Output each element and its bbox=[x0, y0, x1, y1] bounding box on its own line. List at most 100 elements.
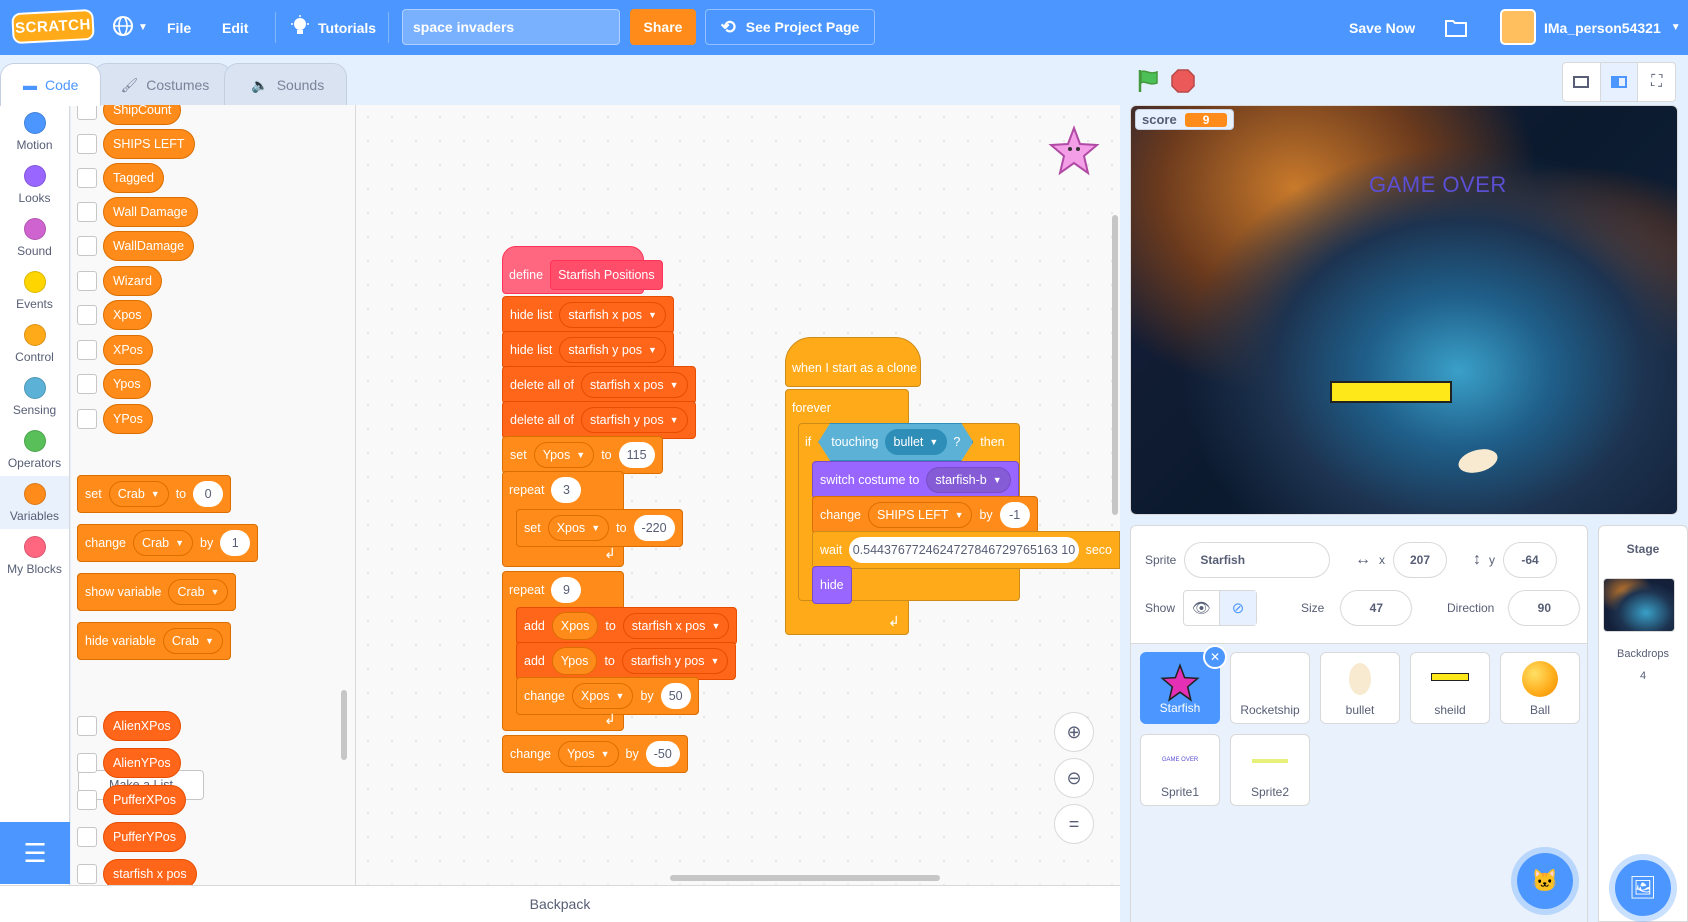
category-motion[interactable]: Motion bbox=[0, 105, 69, 158]
variable-reporter[interactable]: XPos bbox=[103, 335, 153, 365]
variable-checkbox[interactable] bbox=[77, 236, 97, 256]
variable-reporter[interactable]: WallDamage bbox=[103, 231, 195, 261]
variable-dropdown[interactable]: Crab ▼ bbox=[108, 481, 169, 507]
repeat-block[interactable]: repeat 3 bbox=[502, 471, 588, 509]
category-variables[interactable]: Variables bbox=[0, 476, 69, 529]
sprite-tile-sheild[interactable]: sheild bbox=[1410, 652, 1490, 724]
variable-checkbox[interactable] bbox=[77, 409, 97, 429]
language-menu[interactable]: ▼ bbox=[112, 0, 148, 55]
change-variable-block[interactable]: change SHIPS LEFT ▼ by -1 bbox=[812, 496, 1038, 534]
value-input[interactable]: 0 bbox=[193, 481, 224, 507]
define-block[interactable]: define Starfish Positions bbox=[502, 256, 670, 294]
delete-all-block[interactable]: delete all of starfish x pos ▼ bbox=[502, 366, 696, 404]
wait-block[interactable]: wait 0.5443767724624727846729765163 10 s… bbox=[812, 531, 1120, 569]
value-input[interactable]: 1 bbox=[220, 530, 251, 556]
variable-checkbox[interactable] bbox=[77, 105, 97, 120]
set-variable-block[interactable]: set Crab ▼ to 0 bbox=[77, 475, 232, 513]
edit-menu[interactable]: Edit bbox=[222, 0, 248, 55]
add-to-list-block[interactable]: add Xpos to starfish x pos ▼ bbox=[516, 607, 738, 645]
value-input[interactable]: 50 bbox=[660, 683, 691, 709]
list-checkbox[interactable] bbox=[77, 716, 97, 736]
save-now-button[interactable]: Save Now bbox=[1349, 0, 1415, 55]
sprite-name-input[interactable]: Starfish bbox=[1184, 542, 1331, 578]
stage-selector[interactable]: Stage Backdrops 4 🖼 bbox=[1598, 525, 1688, 922]
category-sound[interactable]: Sound bbox=[0, 211, 69, 264]
my-stuff-folder-icon[interactable] bbox=[1444, 0, 1468, 55]
sprite-tile-sprite2[interactable]: Sprite2 bbox=[1230, 734, 1310, 806]
sprite-tile-ball[interactable]: Ball bbox=[1500, 652, 1580, 724]
value-input[interactable]: 3 bbox=[551, 477, 582, 503]
costume-dropdown[interactable]: starfish-b ▼ bbox=[926, 467, 1011, 493]
fullscreen-button[interactable]: ⛶ bbox=[1638, 63, 1675, 101]
change-variable-block[interactable]: change Xpos ▼ by 50 bbox=[516, 677, 699, 715]
sprite-tile-rocketship[interactable]: Rocketship bbox=[1230, 652, 1310, 724]
list-reporter[interactable]: PufferXPos bbox=[103, 785, 187, 815]
x-input[interactable]: 207 bbox=[1393, 542, 1447, 578]
variable-checkbox[interactable] bbox=[77, 202, 97, 222]
sprite-tile-starfish[interactable]: Starfish ✕ bbox=[1140, 645, 1227, 724]
variable-reporter[interactable]: Tagged bbox=[103, 163, 165, 193]
repeat-block[interactable]: repeat 9 bbox=[502, 571, 588, 609]
value-input[interactable]: 0.5443767724624727846729765163 10 bbox=[849, 537, 1079, 563]
variable-dropdown[interactable]: Crab ▼ bbox=[162, 628, 223, 654]
variable-reporter[interactable]: Wizard bbox=[103, 266, 162, 296]
workspace-vertical-scrollbar[interactable] bbox=[1112, 215, 1118, 515]
project-title-input[interactable]: space invaders bbox=[402, 9, 620, 45]
variable-checkbox[interactable] bbox=[77, 271, 97, 291]
add-to-list-block[interactable]: add Ypos to starfish y pos ▼ bbox=[516, 642, 737, 680]
forever-block[interactable]: forever bbox=[785, 389, 838, 427]
list-dropdown[interactable]: starfish y pos ▼ bbox=[580, 407, 688, 433]
category-operators[interactable]: Operators bbox=[0, 423, 69, 476]
y-input[interactable]: -64 bbox=[1503, 542, 1557, 578]
category-looks[interactable]: Looks bbox=[0, 158, 69, 211]
variable-checkbox[interactable] bbox=[77, 134, 97, 154]
variable-checkbox[interactable] bbox=[77, 340, 97, 360]
small-stage-button[interactable] bbox=[1563, 63, 1601, 101]
variable-reporter[interactable]: Xpos bbox=[551, 612, 599, 640]
size-input[interactable]: 47 bbox=[1340, 590, 1413, 626]
show-variable-block[interactable]: show variable Crab ▼ bbox=[77, 573, 237, 611]
script-workspace[interactable]: define Starfish Positions hide list star… bbox=[356, 105, 1120, 885]
variable-dropdown[interactable]: Crab ▼ bbox=[133, 530, 194, 556]
choose-sprite-button[interactable]: 🐱 bbox=[1517, 853, 1573, 909]
hide-button[interactable]: ⊘ bbox=[1220, 591, 1257, 625]
variable-checkbox[interactable] bbox=[77, 168, 97, 188]
list-reporter[interactable]: PufferYPos bbox=[103, 822, 187, 852]
list-dropdown[interactable]: starfish x pos ▼ bbox=[580, 372, 688, 398]
value-input[interactable]: -50 bbox=[645, 741, 680, 767]
variable-dropdown[interactable]: Crab ▼ bbox=[168, 579, 229, 605]
category-sensing[interactable]: Sensing bbox=[0, 370, 69, 423]
see-project-page-button[interactable]: ⟲ See Project Page bbox=[705, 9, 875, 45]
tutorials-button[interactable]: Tutorials bbox=[290, 0, 376, 55]
palette-scrollbar[interactable] bbox=[341, 690, 347, 760]
green-flag-button[interactable] bbox=[1130, 63, 1166, 99]
variable-reporter[interactable]: SHIPS LEFT bbox=[103, 129, 195, 159]
variable-reporter[interactable]: Xpos bbox=[103, 300, 152, 330]
stage-canvas[interactable]: score 9 GAME OVER bbox=[1130, 105, 1678, 515]
hide-list-block[interactable]: hide list starfish y pos ▼ bbox=[502, 331, 674, 369]
value-input[interactable]: -220 bbox=[633, 515, 675, 541]
variable-reporter[interactable]: Ypos bbox=[103, 369, 151, 399]
tab-costumes[interactable]: 🖌 Costumes bbox=[93, 63, 233, 106]
variable-checkbox[interactable] bbox=[77, 305, 97, 325]
variable-dropdown[interactable]: Ypos ▼ bbox=[558, 741, 619, 767]
direction-input[interactable]: 90 bbox=[1508, 590, 1581, 626]
show-button[interactable]: 👁 bbox=[1184, 591, 1221, 625]
variable-dropdown[interactable]: Xpos ▼ bbox=[572, 683, 634, 709]
tab-sounds[interactable]: 🔈 Sounds bbox=[224, 63, 348, 106]
value-input[interactable]: 115 bbox=[618, 442, 655, 468]
stop-button[interactable] bbox=[1165, 63, 1201, 99]
list-reporter[interactable]: starfish x pos bbox=[103, 859, 197, 885]
tab-code[interactable]: ▬ Code bbox=[0, 63, 102, 106]
hide-list-block[interactable]: hide list starfish x pos ▼ bbox=[502, 296, 674, 334]
variable-dropdown[interactable]: Xpos ▼ bbox=[547, 515, 610, 541]
category-my-blocks[interactable]: My Blocks bbox=[0, 529, 69, 582]
scratch-logo[interactable]: SCRATCH bbox=[11, 8, 95, 45]
touch-target-dropdown[interactable]: bullet ▼ bbox=[885, 429, 948, 455]
zoom-in-button[interactable]: ⊕ bbox=[1054, 712, 1094, 752]
list-reporter[interactable]: AlienXPos bbox=[103, 711, 181, 741]
sprite-tile-sprite1[interactable]: GAME OVER Sprite1 bbox=[1140, 734, 1220, 806]
list-dropdown[interactable]: starfish y pos ▼ bbox=[559, 337, 666, 363]
variable-dropdown[interactable]: SHIPS LEFT ▼ bbox=[868, 502, 973, 528]
hide-variable-block[interactable]: hide variable Crab ▼ bbox=[77, 622, 231, 660]
